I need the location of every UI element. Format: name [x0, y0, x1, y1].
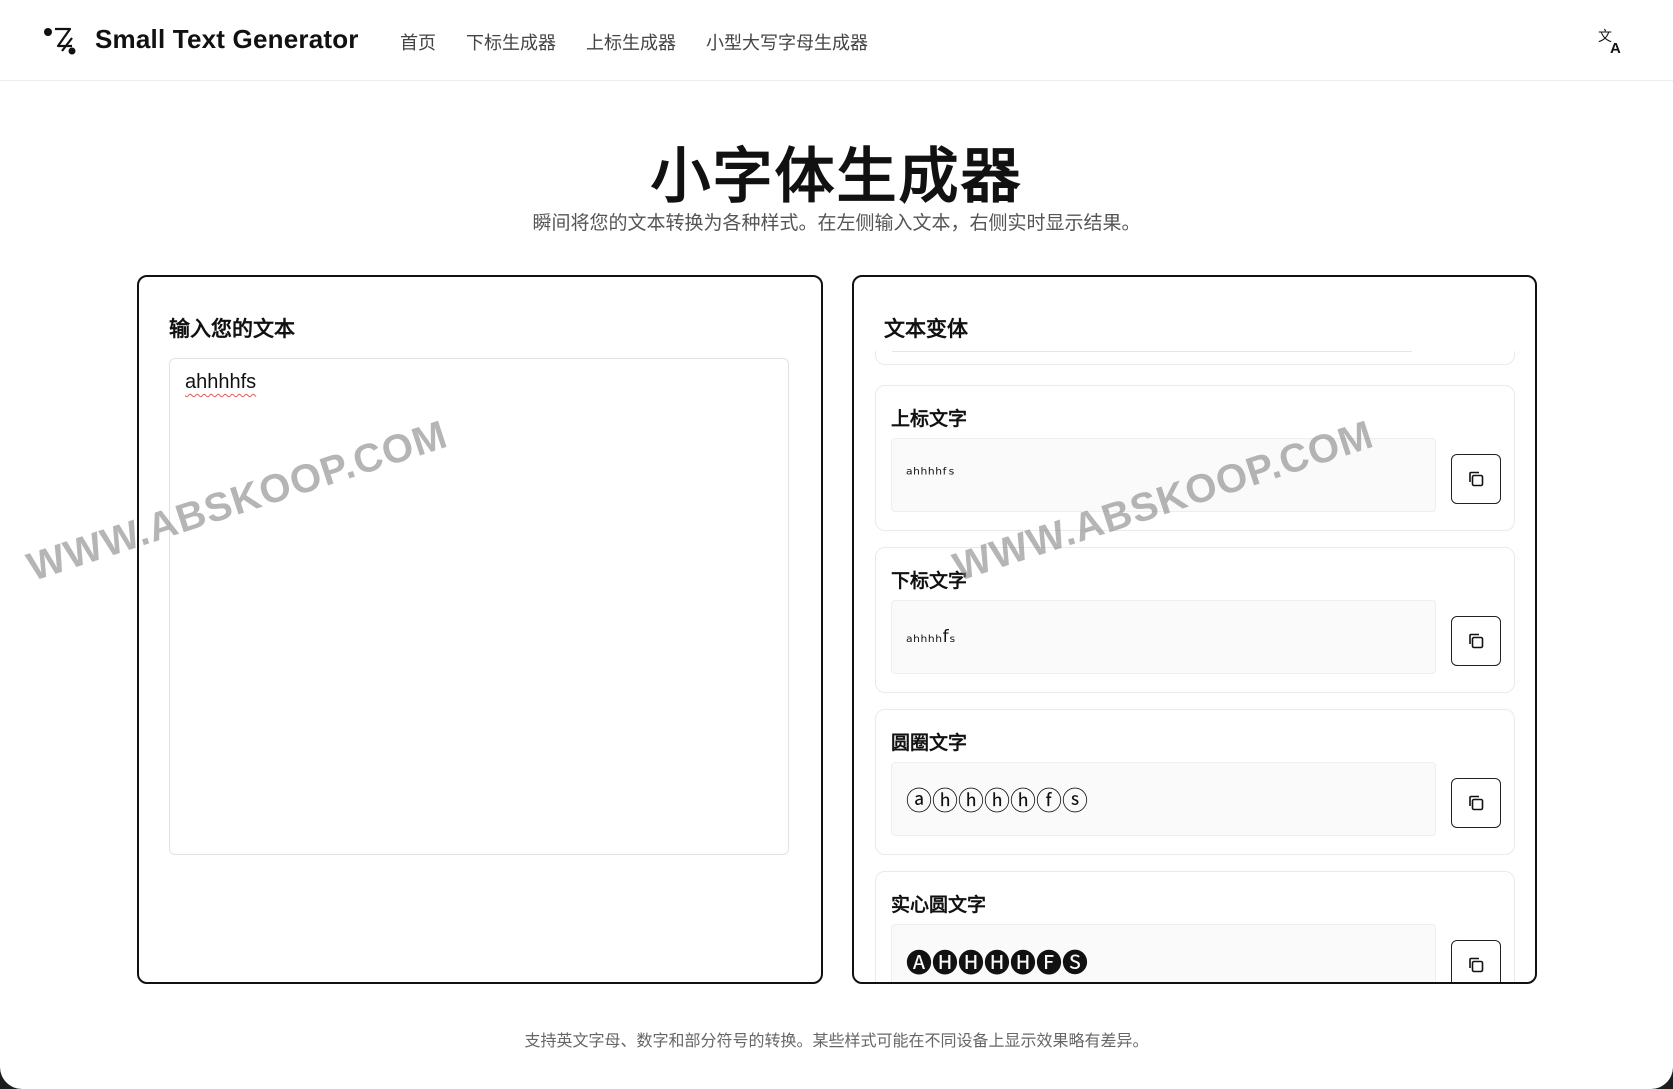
- nav-home[interactable]: 首页: [400, 29, 436, 55]
- variant-output[interactable]: ᵃʰʰʰʰᶠˢ: [891, 438, 1436, 512]
- variants-card-title: 文本变体: [884, 318, 968, 341]
- variant-label: 圆圈文字: [891, 733, 968, 754]
- nav-small-caps-generator[interactable]: 小型大写字母生成器: [706, 29, 868, 55]
- variant-item: 实心圆文字 🅐🅗🅗🅗🅗🅕🅢: [875, 871, 1515, 982]
- variants-card: 文本变体 上标文字 ᵃʰʰʰʰᶠˢ 下标文字 ₐₕₕₕₕfₛ 圆圈文字 ⓐⓗⓗⓗ…: [852, 275, 1537, 984]
- variant-output[interactable]: 🅐🅗🅗🅗🅗🅕🅢: [891, 924, 1436, 982]
- variant-output[interactable]: ⓐⓗⓗⓗⓗⓕⓢ: [891, 762, 1436, 836]
- copy-icon: [1469, 633, 1484, 649]
- footer-note: 支持英文字母、数字和部分符号的转换。某些样式可能在不同设备上显示效果略有差异。: [524, 1033, 1149, 1050]
- logo-icon[interactable]: [42, 24, 78, 56]
- copy-button[interactable]: [1451, 616, 1501, 666]
- copy-icon: [1469, 957, 1484, 973]
- text-input-value: ahhhhfs: [185, 371, 257, 393]
- copy-button[interactable]: [1451, 778, 1501, 828]
- top-navbar: Small Text Generator 首页 下标生成器 上标生成器 小型大写…: [0, 0, 1673, 81]
- input-card: 输入您的文本 ahhhhfs: [137, 275, 823, 984]
- copy-icon: [1469, 795, 1484, 811]
- svg-text:A: A: [1610, 40, 1621, 56]
- copy-icon: [1469, 471, 1484, 487]
- variant-item: 下标文字 ₐₕₕₕₕfₛ: [875, 547, 1515, 693]
- variant-label: 下标文字: [891, 571, 968, 592]
- variant-item-partial: [875, 351, 1515, 365]
- variant-item: 上标文字 ᵃʰʰʰʰᶠˢ: [875, 385, 1515, 531]
- copy-button[interactable]: [1451, 454, 1501, 504]
- input-card-title: 输入您的文本: [169, 318, 295, 341]
- translate-icon[interactable]: 文 A: [1596, 26, 1626, 56]
- variant-label: 实心圆文字: [891, 895, 987, 916]
- copy-button[interactable]: [1451, 940, 1501, 982]
- brand-name[interactable]: Small Text Generator: [95, 24, 359, 55]
- page-subtitle: 瞬间将您的文本转换为各种样式。在左侧输入文本，右侧实时显示结果。: [532, 213, 1141, 234]
- variant-item: 圆圈文字 ⓐⓗⓗⓗⓗⓕⓢ: [875, 709, 1515, 855]
- variant-output[interactable]: ₐₕₕₕₕfₛ: [891, 600, 1436, 674]
- nav-superscript-generator[interactable]: 上标生成器: [586, 29, 676, 55]
- text-input[interactable]: ahhhhfs: [169, 358, 789, 855]
- page: Small Text Generator 首页 下标生成器 上标生成器 小型大写…: [0, 0, 1673, 1089]
- variant-label: 上标文字: [891, 409, 968, 430]
- main-nav: 首页 下标生成器 上标生成器 小型大写字母生成器: [400, 29, 868, 55]
- nav-subscript-generator[interactable]: 下标生成器: [466, 29, 556, 55]
- page-title: 小字体生成器: [650, 142, 1023, 212]
